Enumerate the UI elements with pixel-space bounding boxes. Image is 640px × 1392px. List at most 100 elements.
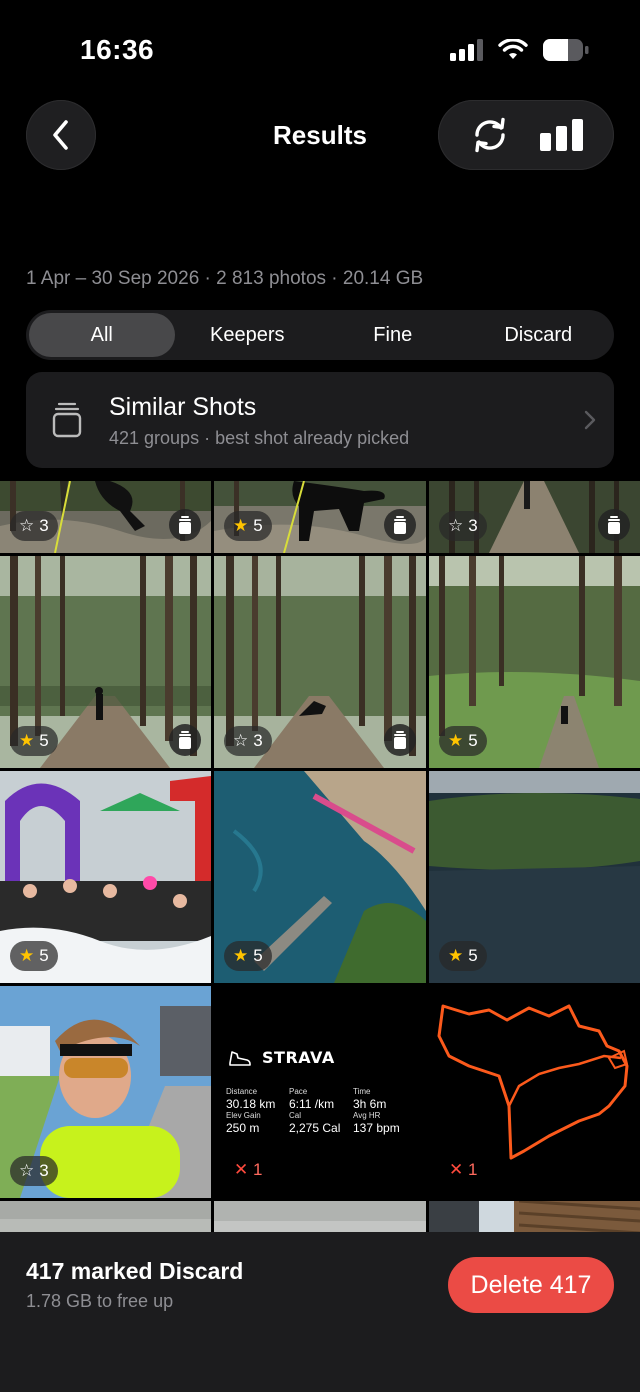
bin-badge	[384, 724, 416, 756]
running-shoe-icon	[229, 1050, 251, 1066]
star-filled-icon: ★	[448, 731, 464, 750]
star-outline-icon: ☆	[233, 731, 249, 750]
stat-value: 137 bpm	[353, 1121, 400, 1135]
rating-value: 5	[39, 946, 49, 965]
photo-tile[interactable]: ☆ 3	[429, 481, 640, 553]
photo-tile[interactable]: ☆ 3	[214, 556, 426, 768]
chevron-left-icon	[53, 120, 68, 150]
photo-tile[interactable]: ★ 5	[214, 481, 426, 553]
strava-stats-tile[interactable]: STRAVA Distance 30.18 km Pace 6:11 /km Tim…	[214, 986, 426, 1198]
rating-value: 3	[39, 516, 49, 535]
discard-count-title: 417 marked Discard	[26, 1258, 244, 1284]
photo-grid: ☆ 3 ★ 5 ☆ 3 ★ 5 ☆ 3 ★ 5 ★ 5 ★ 5 ★ 5 ☆ 3 …	[0, 481, 640, 1241]
stat-calories: Cal 2,275 Cal	[289, 1111, 340, 1135]
discard-summary-bar: 417 marked Discard 1.78 GB to free up De…	[0, 1232, 640, 1392]
similar-shots-title: Similar Shots	[109, 393, 257, 421]
stat-avg-hr: Avg HR 137 bpm	[353, 1111, 400, 1135]
star-filled-icon: ★	[448, 946, 464, 965]
similar-shots-subtitle: 421 groups · best shot already picked	[109, 428, 410, 448]
tab-all[interactable]: All	[29, 313, 175, 357]
bar-chart-icon	[540, 119, 583, 151]
battery-icon	[543, 39, 589, 61]
star-filled-icon: ★	[233, 516, 249, 535]
discard-mark: ✕ 1	[234, 1160, 262, 1180]
rating-value: 3	[253, 731, 263, 750]
stat-value: 30.18 km	[226, 1097, 276, 1111]
photo-tile[interactable]: ★ 5	[429, 556, 640, 768]
rating-value: 5	[468, 731, 478, 750]
stat-label: Distance	[226, 1087, 258, 1096]
stat-label: Time	[353, 1087, 371, 1096]
strava-brand: STRAVA	[262, 1048, 335, 1067]
stat-value: 250 m	[226, 1121, 260, 1135]
tab-fine[interactable]: Fine	[320, 313, 466, 357]
tab-discard[interactable]: Discard	[466, 313, 612, 357]
rating-badge: ★ 5	[224, 511, 272, 541]
stat-elev-gain: Elev Gain 250 m	[226, 1111, 261, 1135]
free-space-subtitle: 1.78 GB to free up	[26, 1291, 174, 1311]
stack-icon	[52, 402, 82, 438]
rating-badge: ★ 5	[224, 941, 272, 971]
photo-tile[interactable]: ★ 5	[214, 771, 426, 983]
rating-badge: ☆ 3	[10, 511, 58, 541]
bin-icon	[179, 731, 191, 749]
photo-tile[interactable]: ★ 5	[0, 556, 211, 768]
chevron-right-icon	[584, 410, 596, 430]
strava-logo: STRAVA	[228, 1048, 335, 1067]
rating-badge: ☆ 3	[10, 1156, 58, 1186]
discard-count: 1	[467, 1160, 478, 1179]
bin-icon	[608, 516, 620, 534]
bin-icon	[179, 516, 191, 534]
star-outline-icon: ☆	[19, 1161, 35, 1180]
photo-tile[interactable]: ★ 5	[429, 771, 640, 983]
delete-button[interactable]: Delete 417	[448, 1257, 614, 1313]
bin-badge	[598, 509, 630, 541]
stat-value: 2,275 Cal	[289, 1121, 341, 1135]
stats-button[interactable]	[534, 107, 590, 163]
wifi-icon	[498, 39, 528, 59]
rating-badge: ★ 5	[439, 941, 487, 971]
discard-count: 1	[252, 1160, 263, 1179]
stat-time: Time 3h 6m	[353, 1087, 386, 1111]
photo-tile[interactable]: ☆ 3	[0, 986, 211, 1198]
stat-value: 6:11 /km	[289, 1097, 335, 1111]
library-summary: 1 Apr – 30 Sep 2026 · 2 813 photos · 20.…	[26, 268, 424, 289]
discard-mark: ✕ 1	[449, 1160, 477, 1180]
stat-label: Cal	[289, 1111, 302, 1120]
x-icon: ✕	[234, 1160, 253, 1179]
bin-badge	[384, 509, 416, 541]
rating-value: 5	[468, 946, 478, 965]
cellular-signal-icon	[450, 39, 483, 61]
status-icons	[450, 38, 590, 62]
similar-shots-card[interactable]: Similar Shots 421 groups · best shot alr…	[26, 372, 614, 468]
photo-tile[interactable]: ★ 5	[0, 771, 211, 983]
filter-segmented-control: All Keepers Fine Discard	[26, 310, 614, 360]
tab-keepers[interactable]: Keepers	[175, 313, 321, 357]
stat-distance: Distance 30.18 km	[226, 1087, 275, 1111]
rating-badge: ☆ 3	[439, 511, 487, 541]
nav-actions	[438, 100, 614, 170]
rating-value: 5	[253, 946, 263, 965]
bin-badge	[169, 724, 201, 756]
photo-tile[interactable]: ☆ 3	[0, 481, 211, 553]
star-outline-icon: ☆	[448, 516, 464, 535]
rating-badge: ★ 5	[10, 941, 58, 971]
stat-pace: Pace 6:11 /km	[289, 1087, 334, 1111]
x-icon: ✕	[449, 1160, 468, 1179]
stat-label: Avg HR	[353, 1111, 381, 1120]
rating-value: 5	[39, 731, 49, 750]
stat-value: 3h 6m	[353, 1097, 387, 1111]
back-button[interactable]	[26, 100, 96, 170]
star-filled-icon: ★	[233, 946, 249, 965]
bin-icon	[394, 731, 406, 749]
stat-label: Pace	[289, 1087, 308, 1096]
sync-button[interactable]	[462, 107, 518, 163]
sync-icon	[475, 117, 505, 153]
rating-value: 5	[253, 516, 263, 535]
rating-badge: ☆ 3	[224, 726, 272, 756]
rating-value: 3	[468, 516, 478, 535]
route-map-tile[interactable]: ✕ 1	[429, 986, 640, 1198]
navigation-bar: Results	[0, 100, 640, 170]
status-time: 16:36	[80, 34, 155, 65]
stat-label: Elev Gain	[226, 1111, 261, 1120]
